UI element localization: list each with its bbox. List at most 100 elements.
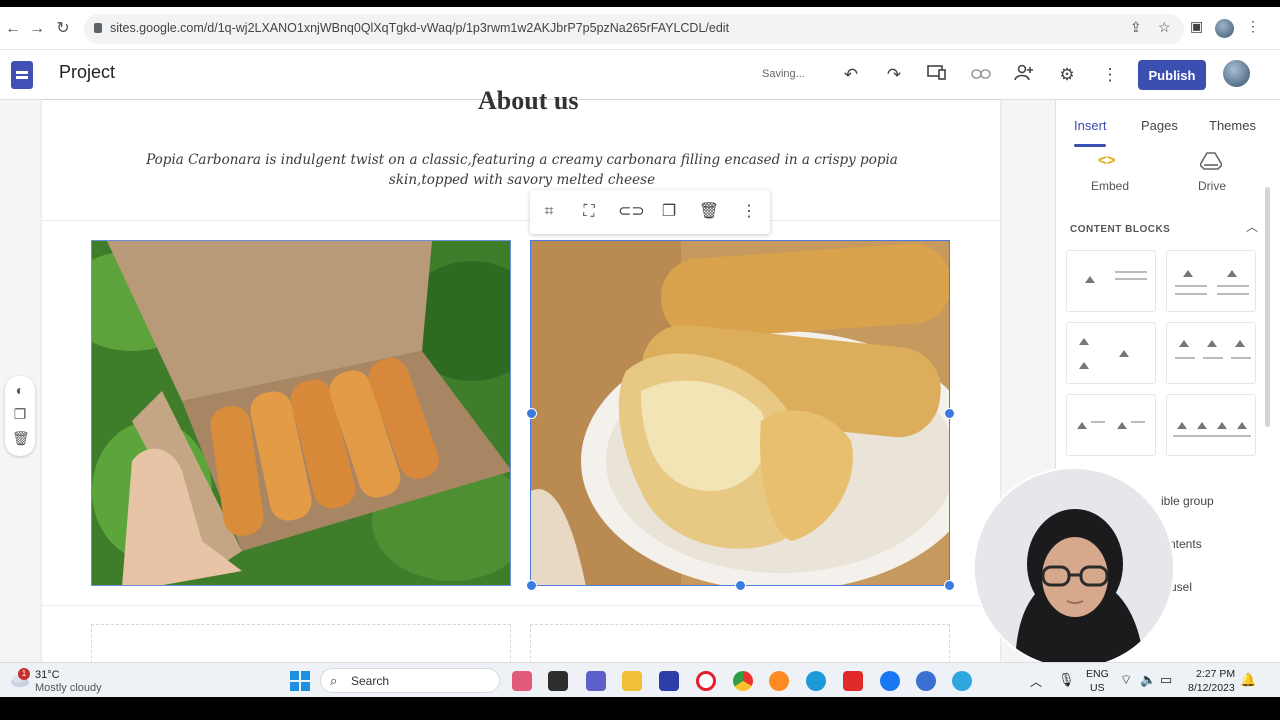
weather-desc[interactable]: Mostly cloudy bbox=[35, 682, 102, 694]
reload-icon[interactable]: ↻ bbox=[52, 18, 74, 40]
store-icon[interactable] bbox=[659, 671, 679, 691]
chevron-up-icon[interactable]: ︿ bbox=[1246, 218, 1258, 235]
share-icon[interactable]: ⇪ bbox=[1130, 19, 1142, 36]
content-block-2[interactable] bbox=[1166, 250, 1256, 312]
resize-handle-left[interactable] bbox=[526, 408, 537, 419]
delete-icon[interactable]: 🗑 bbox=[698, 202, 720, 222]
save-status: Saving... bbox=[762, 68, 805, 80]
section-divider bbox=[42, 220, 1000, 221]
tab-pages[interactable]: Pages bbox=[1141, 118, 1178, 133]
screen: ← → ↻ sites.google.com/d/1q-wj2LXANO1xnj… bbox=[0, 7, 1280, 697]
clock-time[interactable]: 2:27 PM bbox=[1196, 668, 1235, 680]
crop-icon[interactable]: ⌗ bbox=[538, 202, 560, 222]
project-title[interactable]: Project bbox=[59, 62, 115, 83]
url-text[interactable]: sites.google.com/d/1q-wj2LXANO1xnjWBnq0Q… bbox=[110, 21, 729, 35]
telegram-icon[interactable] bbox=[952, 671, 972, 691]
volume-icon[interactable]: 🔈 bbox=[1140, 672, 1156, 688]
table-of-contents-item[interactable]: ntents bbox=[1169, 537, 1202, 551]
add-person-icon[interactable] bbox=[1013, 64, 1035, 86]
resize-handle-bottom-left[interactable] bbox=[526, 580, 537, 591]
facebook-icon[interactable] bbox=[880, 671, 900, 691]
microphone-icon[interactable]: 🎙 bbox=[1058, 672, 1075, 688]
drive-label[interactable]: Drive bbox=[1198, 179, 1226, 193]
tab-themes[interactable]: Themes bbox=[1209, 118, 1256, 133]
site-page: About us Popia Carbonara is indulgent tw… bbox=[42, 86, 1000, 674]
section-tools: ◐ ❐ 🗑 bbox=[5, 376, 35, 456]
taskbar-search[interactable]: ⌕ Search bbox=[320, 668, 500, 693]
tab-insert[interactable]: Insert bbox=[1074, 118, 1107, 133]
undo-icon[interactable]: ↶ bbox=[840, 64, 862, 86]
content-block-4[interactable] bbox=[1166, 322, 1256, 384]
back-icon[interactable]: ← bbox=[2, 18, 24, 40]
content-block-3[interactable] bbox=[1066, 322, 1156, 384]
image-carbonara-popia[interactable] bbox=[530, 240, 950, 586]
star-icon[interactable]: ☆ bbox=[1158, 19, 1171, 36]
section-heading[interactable]: About us bbox=[478, 86, 578, 116]
content-block-6[interactable] bbox=[1166, 394, 1256, 456]
more-options-icon[interactable]: ⋮ bbox=[1099, 64, 1121, 86]
drive-icon[interactable] bbox=[1200, 152, 1222, 170]
edge-icon[interactable] bbox=[806, 671, 826, 691]
content-blocks-title: CONTENT BLOCKS bbox=[1070, 224, 1171, 235]
forward-icon[interactable]: → bbox=[26, 18, 48, 40]
redo-icon[interactable]: ↷ bbox=[883, 64, 905, 86]
steam-icon[interactable] bbox=[916, 671, 936, 691]
address-bar[interactable]: sites.google.com/d/1q-wj2LXANO1xnjWBnq0Q… bbox=[84, 14, 1184, 44]
content-block-5[interactable] bbox=[1066, 394, 1156, 456]
sites-header: Project Saving... ↶ ↷ ⚙ ⋮ Publish bbox=[0, 50, 1280, 100]
publish-button[interactable]: Publish bbox=[1138, 60, 1206, 90]
browser-menu-icon[interactable]: ⋮ bbox=[1246, 18, 1260, 35]
teams-icon[interactable] bbox=[586, 671, 606, 691]
resize-handle-bottom[interactable] bbox=[735, 580, 746, 591]
taskbar-search-label: Search bbox=[351, 674, 390, 688]
side-panel-icon[interactable]: ▣ bbox=[1190, 18, 1203, 35]
delete-section-icon[interactable]: 🗑 bbox=[12, 430, 30, 447]
language-bottom[interactable]: US bbox=[1090, 682, 1105, 694]
search-icon: ⌕ bbox=[330, 673, 338, 688]
duplicate-section-icon[interactable]: ❐ bbox=[12, 406, 28, 423]
weather-alert-badge: 1 bbox=[18, 668, 30, 680]
link-icon[interactable] bbox=[970, 64, 992, 86]
link-icon[interactable]: ⊂⊃ bbox=[618, 202, 645, 222]
chrome-icon[interactable] bbox=[733, 671, 753, 691]
file-explorer-icon[interactable] bbox=[622, 671, 642, 691]
taskbar: 1 31°C Mostly cloudy ⌕ Search ︿ 🎙 ENG US… bbox=[0, 662, 1280, 697]
weather-temp[interactable]: 31°C bbox=[35, 669, 60, 681]
preview-devices-icon[interactable] bbox=[926, 64, 948, 86]
editor-canvas: About us Popia Carbonara is indulgent tw… bbox=[0, 86, 1055, 674]
battery-icon[interactable]: ▭ bbox=[1160, 672, 1172, 688]
windows-start-icon[interactable] bbox=[290, 671, 310, 691]
image-toolbar: ⌗ ⛶ ⊂⊃ ❐ 🗑 ⋮ bbox=[530, 190, 770, 234]
webcam-overlay bbox=[973, 467, 1175, 669]
duplicate-icon[interactable]: ❐ bbox=[658, 202, 680, 222]
firefox-icon[interactable] bbox=[769, 671, 789, 691]
palette-icon[interactable]: ◐ bbox=[12, 382, 28, 398]
resize-handle-bottom-right[interactable] bbox=[944, 580, 955, 591]
browser-toolbar: ← → ↻ sites.google.com/d/1q-wj2LXANO1xnj… bbox=[0, 7, 1280, 50]
settings-gear-icon[interactable]: ⚙ bbox=[1056, 64, 1078, 86]
youtube-icon[interactable] bbox=[843, 671, 863, 691]
widgets-app-icon[interactable] bbox=[512, 671, 532, 691]
content-block-1[interactable] bbox=[1066, 250, 1156, 312]
embed-icon[interactable]: <> bbox=[1098, 152, 1116, 169]
active-tab-indicator bbox=[1074, 144, 1106, 147]
account-avatar[interactable] bbox=[1223, 60, 1250, 87]
tray-chevron-icon[interactable]: ︿ bbox=[1030, 673, 1042, 690]
language-top[interactable]: ENG bbox=[1086, 668, 1109, 680]
opera-icon[interactable] bbox=[696, 671, 716, 691]
description-text[interactable]: Popia Carbonara is indulgent twist on a … bbox=[112, 150, 932, 190]
browser-profile-avatar[interactable] bbox=[1215, 19, 1234, 38]
notification-bell-icon[interactable]: 🔔 bbox=[1240, 672, 1256, 688]
task-view-icon[interactable] bbox=[548, 671, 568, 691]
clock-date[interactable]: 8/12/2023 bbox=[1188, 682, 1235, 694]
more-icon[interactable]: ⋮ bbox=[738, 202, 760, 222]
wifi-icon[interactable]: ⌔ bbox=[1120, 672, 1132, 688]
collapsible-group-item[interactable]: ible group bbox=[1161, 494, 1214, 508]
image-spring-rolls-box[interactable] bbox=[91, 240, 511, 586]
sites-logo-icon[interactable] bbox=[11, 61, 33, 89]
panel-scrollbar[interactable] bbox=[1265, 187, 1270, 427]
fullscreen-icon[interactable]: ⛶ bbox=[578, 202, 600, 222]
embed-label[interactable]: Embed bbox=[1091, 179, 1129, 193]
lock-icon bbox=[94, 23, 102, 33]
resize-handle-right[interactable] bbox=[944, 408, 955, 419]
